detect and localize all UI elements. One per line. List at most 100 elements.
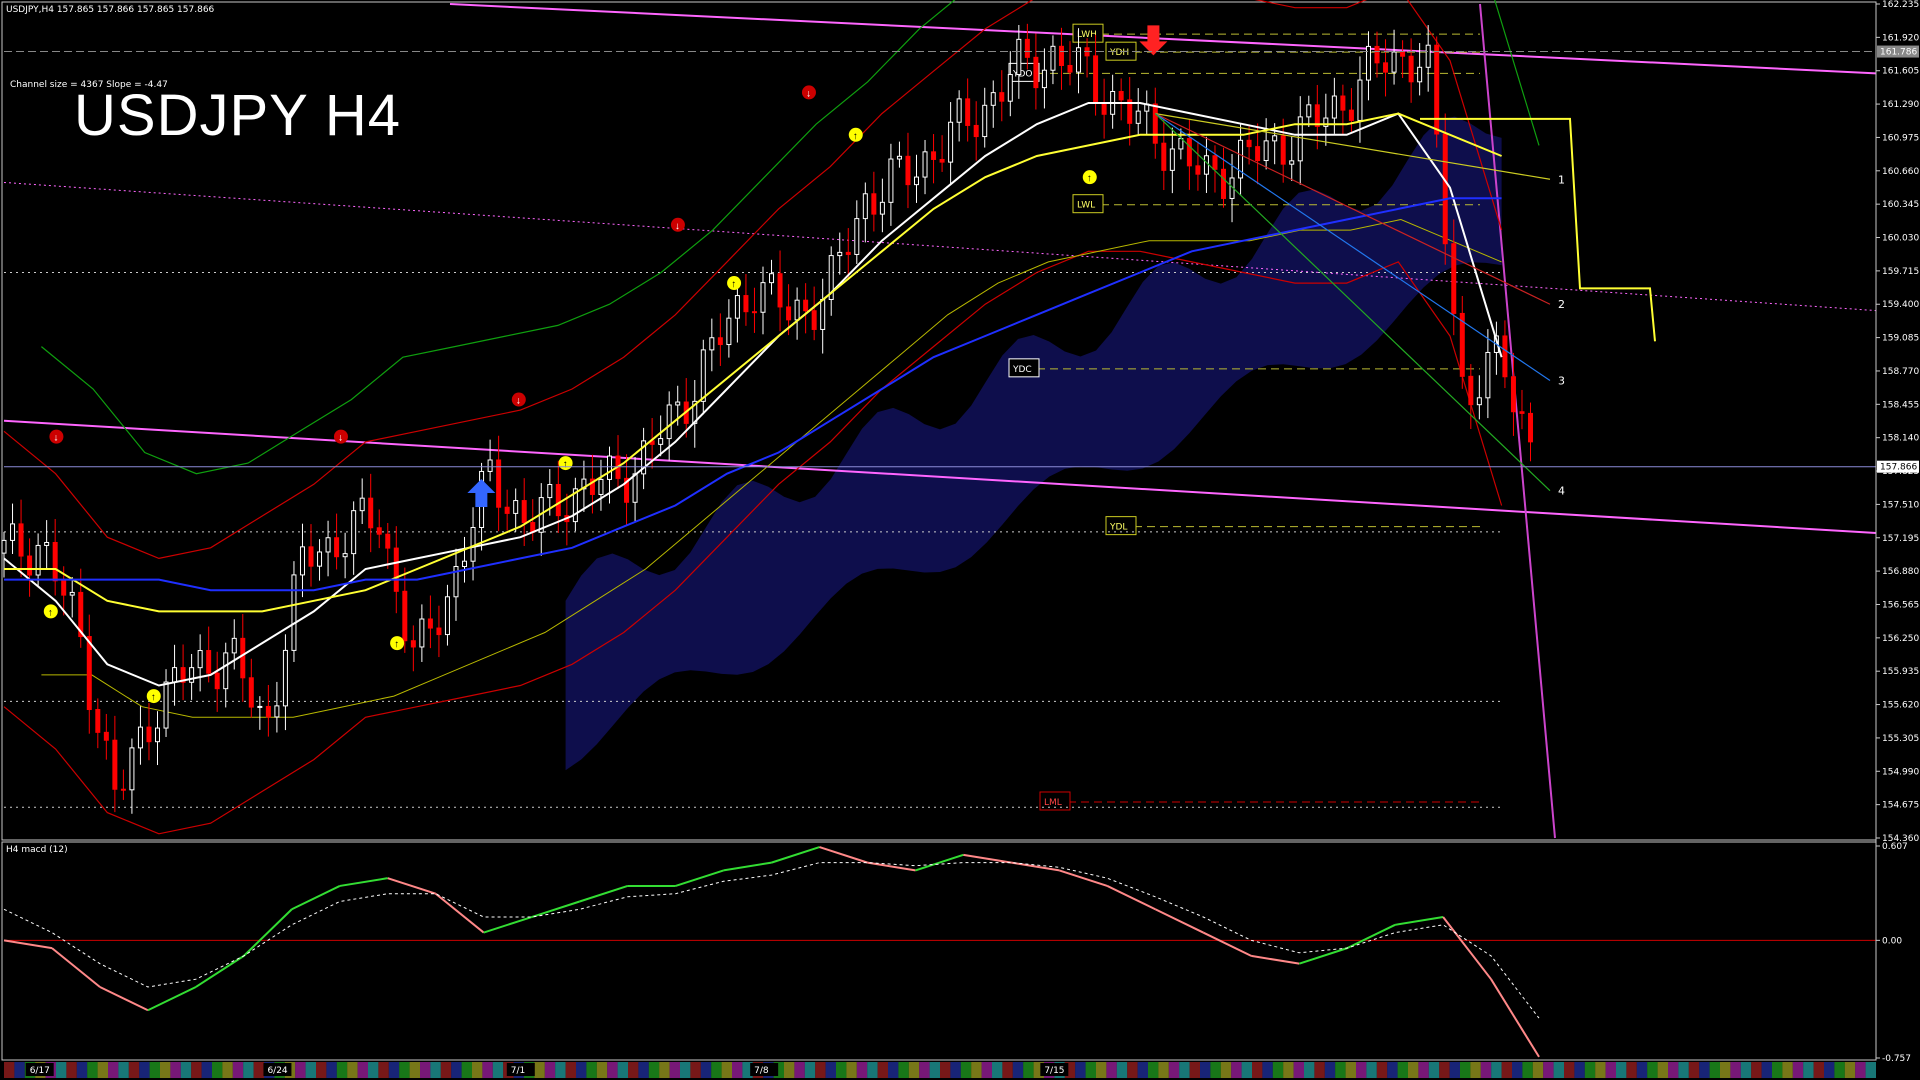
time-strip-cell — [1584, 1062, 1596, 1078]
candle-body — [1272, 135, 1278, 142]
candle-body — [1280, 135, 1286, 165]
candle-body — [95, 709, 101, 733]
time-strip-cell — [378, 1062, 389, 1078]
macd-y-tick-label: -0.757 — [1882, 1054, 1911, 1064]
time-strip-cell — [919, 1062, 930, 1078]
projection-label: 4 — [1558, 485, 1565, 498]
time-strip-cell — [160, 1062, 171, 1078]
candle-body — [10, 523, 16, 541]
candle-body — [982, 104, 988, 138]
candle-body — [146, 726, 152, 743]
candle-body — [837, 251, 843, 257]
candle-body — [1, 539, 7, 554]
time-strip-cell — [170, 1062, 181, 1078]
macd-line-segment — [963, 853, 1012, 864]
macd-y-tick-label: 0.00 — [1882, 936, 1902, 946]
candle-body — [922, 151, 928, 178]
time-strip-cell — [815, 1062, 826, 1078]
candle-body — [27, 555, 33, 576]
candle-body — [368, 497, 374, 529]
candle-body — [1263, 140, 1269, 162]
time-strip-cell — [316, 1062, 327, 1078]
macd-line-segment — [1251, 954, 1300, 965]
candle-body — [811, 310, 817, 330]
projection-label: 1 — [1558, 173, 1565, 186]
time-strip-cell — [97, 1062, 108, 1078]
candle-body — [1050, 45, 1056, 71]
time-strip-cell — [711, 1062, 722, 1078]
time-strip-cell — [1397, 1062, 1408, 1078]
candle-body — [513, 500, 519, 514]
candle-body — [871, 193, 877, 215]
time-strip-cell — [846, 1062, 857, 1078]
time-strip-cell — [139, 1062, 150, 1078]
time-strip-cell — [1418, 1062, 1429, 1078]
y-tick-label: 155.305 — [1882, 734, 1919, 744]
candle-body — [1101, 102, 1107, 115]
time-strip-cell — [1761, 1062, 1772, 1078]
candle-body — [931, 151, 937, 160]
macd-line-segment — [531, 900, 580, 918]
candle-body — [265, 705, 271, 718]
level-label: YDL — [1109, 523, 1127, 533]
candle-body — [240, 637, 246, 679]
macd-line-segment — [867, 861, 916, 872]
macd-line-segment — [1442, 916, 1492, 980]
candle-body — [777, 273, 783, 308]
candle-body — [402, 590, 408, 642]
y-tick-label: 160.030 — [1882, 234, 1919, 244]
candle-body — [1169, 148, 1175, 171]
y-tick-label: 156.250 — [1882, 634, 1919, 644]
line-price-label: 161.786 — [1880, 48, 1917, 58]
candle-body — [973, 124, 979, 138]
macd-y-tick-label: 0.607 — [1882, 842, 1908, 852]
buy-signal-glyph: ↑ — [151, 692, 156, 703]
candle-body — [129, 747, 135, 791]
macd-line-segment — [771, 846, 820, 864]
candle-body — [282, 649, 288, 707]
candle-body — [598, 478, 604, 495]
time-strip-cell — [721, 1062, 732, 1078]
macd-title: H4 macd (12) — [6, 845, 68, 855]
time-strip-cell — [1220, 1062, 1232, 1078]
candle-body — [172, 667, 178, 683]
time-strip-cell — [617, 1062, 628, 1078]
time-strip-cell — [680, 1062, 691, 1078]
time-strip-cell — [420, 1062, 431, 1078]
time-strip-cell — [732, 1062, 743, 1078]
candle-body — [675, 401, 681, 406]
candle-body — [1186, 138, 1192, 167]
candle-body — [854, 218, 860, 255]
buy-signal-glyph: ↑ — [853, 131, 858, 142]
candle-body — [155, 727, 161, 743]
time-strip-cell — [1075, 1062, 1086, 1078]
time-strip-cell — [56, 1062, 67, 1078]
blue-arrow-icon — [467, 478, 496, 507]
candle-body — [709, 337, 715, 351]
candle-body — [248, 677, 254, 708]
candle-body — [1434, 44, 1440, 135]
time-strip-cell — [1314, 1062, 1325, 1078]
candle-body — [726, 317, 732, 346]
time-strip-cell — [1636, 1062, 1648, 1078]
macd-line-segment — [291, 885, 341, 911]
time-strip-cell — [1262, 1062, 1273, 1078]
macd-line-segment — [723, 861, 772, 872]
candle-body — [393, 547, 399, 592]
x-tick-label: 7/1 — [511, 1066, 525, 1076]
time-strip-cell — [690, 1062, 701, 1078]
time-strip-cell — [960, 1062, 972, 1078]
time-strip-cell — [1512, 1062, 1523, 1078]
candle-body — [376, 527, 382, 535]
time-strip-cell — [867, 1062, 878, 1078]
time-strip-cell — [1688, 1062, 1700, 1078]
candle-body — [1459, 312, 1465, 377]
time-strip-cell — [1626, 1062, 1637, 1078]
time-strip-cell — [825, 1062, 836, 1078]
y-tick-label: 161.920 — [1882, 33, 1919, 43]
candle-body — [223, 652, 229, 690]
buy-signal-glyph: ↑ — [1087, 173, 1092, 184]
x-tick-label: 6/17 — [30, 1066, 50, 1076]
time-strip-cell — [1449, 1062, 1460, 1078]
time-strip-cell — [1148, 1062, 1159, 1078]
